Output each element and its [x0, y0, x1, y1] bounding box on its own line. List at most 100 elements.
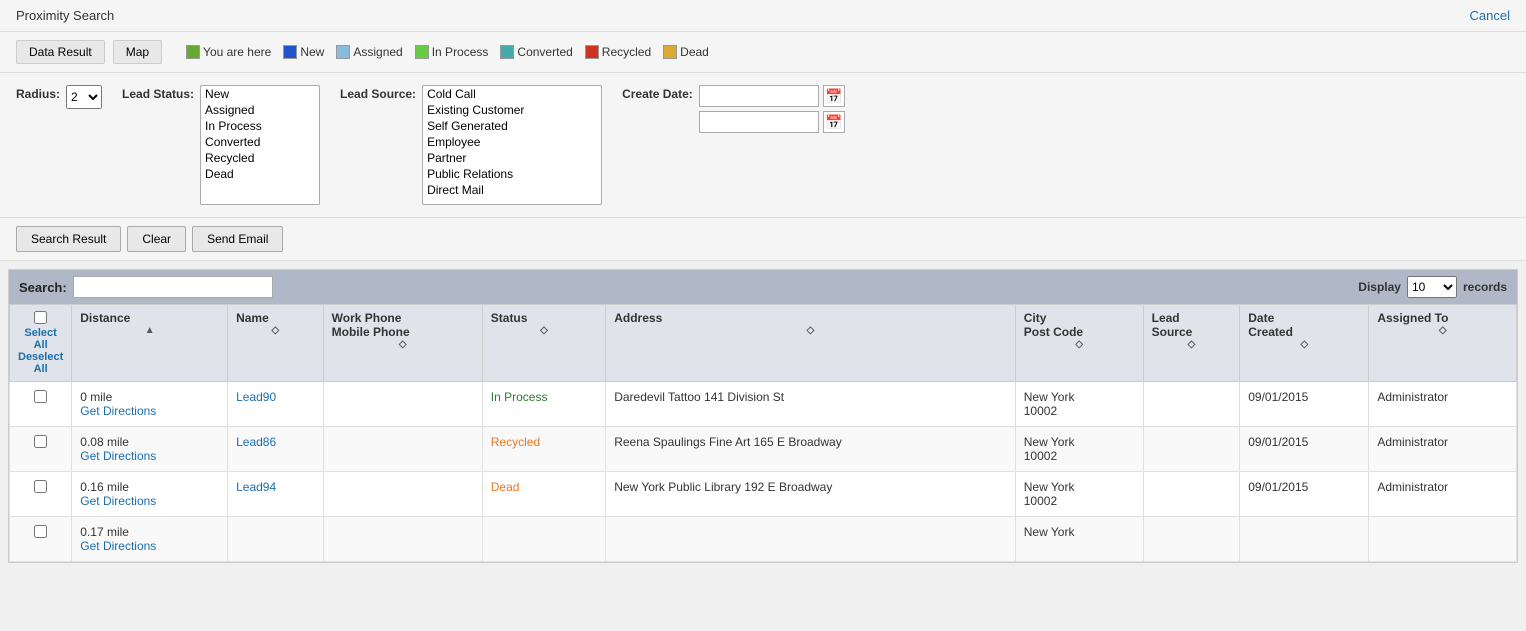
toolbar: Data Result Map You are here New Assigned I… — [0, 32, 1526, 73]
legend-label: Converted — [517, 45, 572, 59]
top-bar: Proximity Search Cancel — [0, 0, 1526, 32]
distance-value: 0 mile — [80, 390, 112, 404]
cell-address: New York Public Library 192 E Broadway — [606, 472, 1016, 517]
row-checkbox[interactable] — [34, 525, 47, 538]
legend-color-box — [336, 45, 350, 59]
cell-phone — [323, 382, 482, 427]
date-to-input[interactable] — [699, 111, 819, 133]
row-checkbox[interactable] — [34, 390, 47, 403]
th-work-phone: Work PhoneMobile Phone◇ — [323, 305, 482, 382]
cell-distance: 0.08 mileGet Directions — [72, 427, 228, 472]
cell-status: Dead — [482, 472, 605, 517]
cell-distance: 0.17 mileGet Directions — [72, 517, 228, 562]
cell-lead-source — [1143, 427, 1240, 472]
legend-label: Dead — [680, 45, 709, 59]
legend-item: In Process — [415, 45, 489, 59]
legend: You are here New Assigned In Process Convert… — [186, 45, 709, 59]
date-from-calendar-btn[interactable]: 📅 — [823, 85, 845, 107]
name-link[interactable]: Lead94 — [236, 480, 276, 494]
cell-city-post-code: New York10002 — [1015, 472, 1143, 517]
get-directions-link[interactable]: Get Directions — [80, 539, 156, 553]
legend-item: New — [283, 45, 324, 59]
name-link[interactable]: Lead86 — [236, 435, 276, 449]
cell-status — [482, 517, 605, 562]
legend-label: Assigned — [353, 45, 402, 59]
cancel-link[interactable]: Cancel — [1470, 8, 1510, 23]
th-date-created: DateCreated◇ — [1240, 305, 1369, 382]
cell-date-created: 09/01/2015 — [1240, 427, 1369, 472]
cell-assigned-to — [1369, 517, 1517, 562]
cell-city-post-code: New York10002 — [1015, 427, 1143, 472]
cell-address: Reena Spaulings Fine Art 165 E Broadway — [606, 427, 1016, 472]
legend-label: Recycled — [602, 45, 651, 59]
results-table: Select All Deselect All Distance▲ Name◇ … — [9, 304, 1517, 562]
display-select[interactable]: 102050100 — [1407, 276, 1457, 298]
distance-value: 0.08 mile — [80, 435, 129, 449]
legend-color-box — [283, 45, 297, 59]
th-name: Name◇ — [228, 305, 324, 382]
search-label: Search: — [19, 280, 67, 295]
create-date-group: Create Date: 📅 📅 — [622, 85, 845, 133]
table-row: 0.17 mileGet Directions New York — [10, 517, 1517, 562]
lead-source-listbox[interactable]: Cold CallExisting CustomerSelf Generated… — [422, 85, 602, 205]
date-from-input[interactable] — [699, 85, 819, 107]
cell-phone — [323, 517, 482, 562]
table-header: Select All Deselect All Distance▲ Name◇ … — [10, 305, 1517, 382]
table-row: 0.16 mileGet Directions Lead94 Dead New Yor… — [10, 472, 1517, 517]
lead-source-group: Lead Source: Cold CallExisting CustomerS… — [340, 85, 602, 205]
legend-label: In Process — [432, 45, 489, 59]
cell-lead-source — [1143, 472, 1240, 517]
radius-group: Radius: 251020 — [16, 85, 102, 109]
row-checkbox[interactable] — [34, 435, 47, 448]
get-directions-link[interactable]: Get Directions — [80, 404, 156, 418]
legend-item: Recycled — [585, 45, 651, 59]
cell-city-post-code: New York — [1015, 517, 1143, 562]
cell-date-created: 09/01/2015 — [1240, 382, 1369, 427]
page-title: Proximity Search — [16, 8, 114, 23]
legend-item: Converted — [500, 45, 572, 59]
search-result-button[interactable]: Search Result — [16, 226, 121, 252]
th-city-post-code: CityPost Code◇ — [1015, 305, 1143, 382]
cell-assigned-to: Administrator — [1369, 472, 1517, 517]
legend-item: Assigned — [336, 45, 402, 59]
deselect-all-label[interactable]: Deselect All — [18, 351, 63, 375]
legend-color-box — [663, 45, 677, 59]
legend-color-box — [186, 45, 200, 59]
legend-color-box — [415, 45, 429, 59]
status-badge: In Process — [491, 390, 548, 404]
get-directions-link[interactable]: Get Directions — [80, 449, 156, 463]
get-directions-link[interactable]: Get Directions — [80, 494, 156, 508]
date-to-calendar-btn[interactable]: 📅 — [823, 111, 845, 133]
th-distance: Distance▲ — [72, 305, 228, 382]
action-buttons: Search Result Clear Send Email — [0, 218, 1526, 261]
select-all-label[interactable]: Select All — [18, 327, 63, 351]
radius-select[interactable]: 251020 — [66, 85, 102, 109]
row-checkbox[interactable] — [34, 480, 47, 493]
table-row: 0 mileGet DirectionsLead90In ProcessDare… — [10, 382, 1517, 427]
display-group: Display 102050100 records — [1358, 276, 1507, 298]
status-badge: Dead — [491, 480, 520, 494]
cell-distance: 0.16 mileGet Directions — [72, 472, 228, 517]
table-search-input[interactable] — [73, 276, 273, 298]
table-search-bar: Search: Display 102050100 records — [9, 270, 1517, 304]
data-result-tab[interactable]: Data Result — [16, 40, 105, 64]
legend-item: Dead — [663, 45, 709, 59]
table-body: 0 mileGet DirectionsLead90In ProcessDare… — [10, 382, 1517, 562]
legend-label: You are here — [203, 45, 271, 59]
cell-address — [606, 517, 1016, 562]
map-tab[interactable]: Map — [113, 40, 162, 64]
send-email-button[interactable]: Send Email — [192, 226, 283, 252]
clear-button[interactable]: Clear — [127, 226, 186, 252]
radius-label: Radius: — [16, 87, 60, 101]
cell-name: Lead94 — [228, 472, 324, 517]
lead-status-listbox[interactable]: NewAssignedIn ProcessConvertedRecycledDe… — [200, 85, 320, 205]
th-address: Address◇ — [606, 305, 1016, 382]
cell-name: Lead86 — [228, 427, 324, 472]
cell-assigned-to: Administrator — [1369, 427, 1517, 472]
th-assigned-to: Assigned To◇ — [1369, 305, 1517, 382]
cell-phone — [323, 427, 482, 472]
name-link[interactable]: Lead90 — [236, 390, 276, 404]
select-all-checkbox[interactable] — [34, 311, 47, 324]
table-row: 0.08 mileGet DirectionsLead86RecycledRee… — [10, 427, 1517, 472]
cell-assigned-to: Administrator — [1369, 382, 1517, 427]
